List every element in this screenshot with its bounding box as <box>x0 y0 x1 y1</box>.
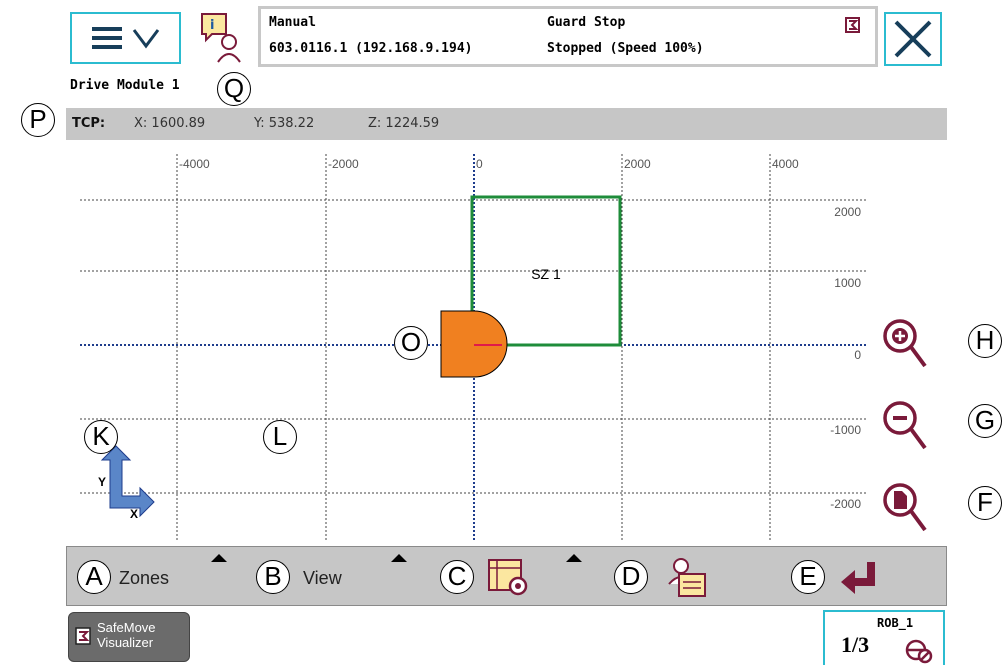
x-tick: 0 <box>476 157 483 171</box>
zones-menu-button[interactable]: Zones <box>119 568 169 589</box>
close-icon <box>894 20 932 58</box>
y-tick: 0 <box>854 348 861 362</box>
callout-p: P <box>21 103 55 137</box>
tcp-x: X: 1600.89 <box>134 116 206 131</box>
callout-c: C <box>440 560 474 594</box>
callout-g: G <box>968 404 1002 438</box>
run-state: Stopped (Speed 100%) <box>547 41 704 56</box>
return-arrow-icon[interactable] <box>839 558 881 596</box>
safety-state: Guard Stop <box>547 15 626 30</box>
status-panel[interactable]: Manual 603.0116.1 (192.168.9.194) Guard … <box>258 6 878 67</box>
tcp-y: Y: 538.22 <box>254 116 315 131</box>
speed-fraction: 1/3 <box>841 632 870 657</box>
event-log-icon[interactable]: i <box>198 12 246 64</box>
zone-plot[interactable]: -4000 -2000 0 2000 4000 2000 1000 0 -100… <box>66 140 947 546</box>
callout-h: H <box>968 324 1002 358</box>
close-button[interactable] <box>884 12 942 66</box>
callout-l: L <box>263 420 297 454</box>
app-name-line2: Visualizer <box>97 635 154 650</box>
view-menu-button[interactable]: View <box>303 568 342 589</box>
robot-task-selector[interactable]: ROB_1 1/3 <box>823 610 945 665</box>
status-flag-icon <box>845 17 860 33</box>
menu-up-arrow-icon <box>566 554 582 562</box>
svg-text:i: i <box>210 18 214 33</box>
x-tick: 2000 <box>624 157 651 171</box>
tcp-position-bar: TCP: X: 1600.89 Y: 538.22 Z: 1224.59 <box>66 108 947 140</box>
menu-icon <box>92 27 160 49</box>
tcp-label: TCP: <box>72 116 106 131</box>
x-tick: 4000 <box>772 157 799 171</box>
callout-e: E <box>791 560 825 594</box>
callout-q: Q <box>217 72 251 106</box>
coordinate-system-icon: Y X <box>98 445 155 521</box>
y-tick: 2000 <box>834 205 861 219</box>
app-name-line1: SafeMove <box>97 620 156 635</box>
menu-up-arrow-icon <box>211 554 227 562</box>
callout-d: D <box>614 560 648 594</box>
tcp-z: Z: 1224.59 <box>368 116 440 131</box>
menu-up-arrow-icon <box>391 554 407 562</box>
svg-text:Y: Y <box>98 475 106 489</box>
callout-f: F <box>968 486 1002 520</box>
x-tick: -4000 <box>179 157 210 171</box>
zoom-fit-icon[interactable] <box>880 480 930 536</box>
callout-o: O <box>394 326 428 360</box>
module-title: Drive Module 1 <box>70 78 180 93</box>
zoom-out-icon[interactable] <box>880 398 930 454</box>
y-tick: 1000 <box>834 276 861 290</box>
motors-off-icon <box>905 639 933 664</box>
safemove-visualizer-button[interactable]: SafeMove Visualizer <box>68 612 190 662</box>
main-menu-button[interactable] <box>70 12 181 64</box>
callout-b: B <box>256 560 290 594</box>
safemove-app-icon <box>75 627 91 645</box>
controller-id: 603.0116.1 (192.168.9.194) <box>269 41 473 56</box>
y-tick: -2000 <box>830 497 861 511</box>
callout-a: A <box>77 560 111 594</box>
safe-zone-label: SZ 1 <box>531 266 561 282</box>
operating-mode: Manual <box>269 15 316 30</box>
svg-text:X: X <box>130 507 138 521</box>
configuration-user-icon[interactable] <box>665 556 709 600</box>
x-tick: -2000 <box>328 157 359 171</box>
robot-name: ROB_1 <box>877 616 914 630</box>
zone-settings-icon[interactable] <box>487 558 531 598</box>
callout-k: K <box>84 420 118 454</box>
zoom-in-icon[interactable] <box>880 316 930 372</box>
y-tick: -1000 <box>830 423 861 437</box>
